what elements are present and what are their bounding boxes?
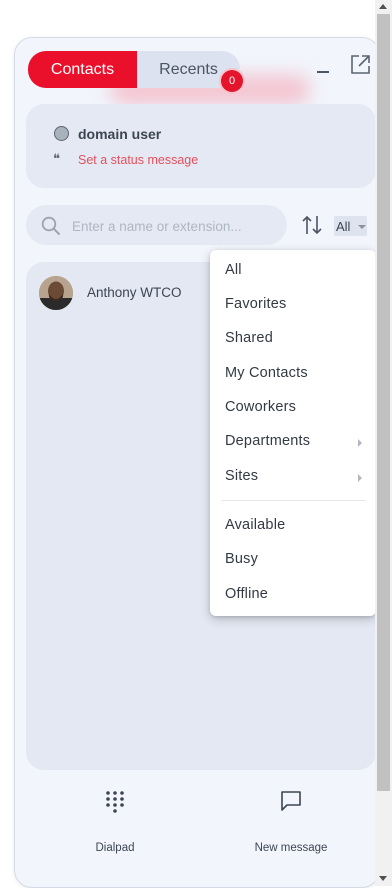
menu-item-label: Available [225, 517, 286, 533]
tab-switcher: Contacts Recents [28, 51, 240, 88]
menu-item-label: Favorites [225, 296, 287, 312]
dialpad-button[interactable]: Dialpad [55, 778, 175, 868]
presence-indicator[interactable] [54, 126, 69, 141]
user-name: domain user [78, 126, 162, 142]
status-message-link[interactable]: Set a status message [78, 153, 198, 167]
menu-divider [222, 500, 366, 501]
filter-dropdown-menu: All Favorites Shared My Contacts Coworke… [210, 250, 376, 616]
quote-icon: ❝ [53, 152, 60, 167]
chat-icon [281, 791, 301, 811]
chevron-right-icon [358, 439, 362, 447]
search-box [26, 205, 287, 245]
scrollbar[interactable] [375, 0, 392, 886]
menu-item-sites[interactable]: Sites [210, 462, 376, 492]
search-input[interactable] [70, 213, 279, 239]
menu-item-offline[interactable]: Offline [210, 580, 376, 610]
menu-item-available[interactable]: Available [210, 511, 376, 541]
tab-contacts[interactable]: Contacts [28, 51, 137, 88]
menu-item-all[interactable]: All [210, 256, 376, 286]
chevron-down-icon [358, 225, 366, 229]
user-status-card: domain user ❝ Set a status message [26, 104, 376, 188]
scroll-down-arrow-icon[interactable] [379, 876, 387, 881]
menu-item-coworkers[interactable]: Coworkers [210, 393, 376, 423]
menu-item-label: Sites [225, 468, 259, 484]
menu-item-departments[interactable]: Departments [210, 427, 376, 457]
minimize-icon[interactable] [317, 71, 329, 73]
contact-name: Anthony WTCO [87, 285, 182, 300]
menu-item-favorites[interactable]: Favorites [210, 290, 376, 320]
menu-item-label: Shared [225, 330, 273, 346]
dialpad-label: Dialpad [95, 842, 135, 854]
chevron-right-icon [358, 474, 362, 482]
avatar [39, 276, 73, 310]
menu-item-label: My Contacts [225, 365, 308, 381]
menu-item-label: Coworkers [225, 399, 297, 415]
menu-item-my-contacts[interactable]: My Contacts [210, 359, 376, 389]
menu-item-shared[interactable]: Shared [210, 324, 376, 354]
recents-count-badge: 0 [221, 70, 243, 92]
popout-icon[interactable] [351, 55, 370, 74]
scroll-up-arrow-icon[interactable] [379, 4, 387, 9]
menu-item-label: All [225, 262, 242, 278]
sort-icon[interactable] [301, 214, 323, 236]
search-icon [41, 216, 61, 236]
menu-item-label: Busy [225, 551, 259, 567]
dialpad-icon [106, 791, 124, 813]
menu-item-busy[interactable]: Busy [210, 545, 376, 575]
filter-select[interactable]: All [334, 216, 367, 236]
new-message-button[interactable]: New message [231, 778, 351, 868]
menu-item-label: Offline [225, 586, 269, 602]
new-message-label: New message [254, 842, 328, 854]
filter-selected-value: All [336, 219, 351, 234]
scrollbar-thumb[interactable] [377, 14, 390, 791]
menu-item-label: Departments [225, 433, 311, 449]
bottom-nav: Dialpad New message [15, 778, 379, 878]
